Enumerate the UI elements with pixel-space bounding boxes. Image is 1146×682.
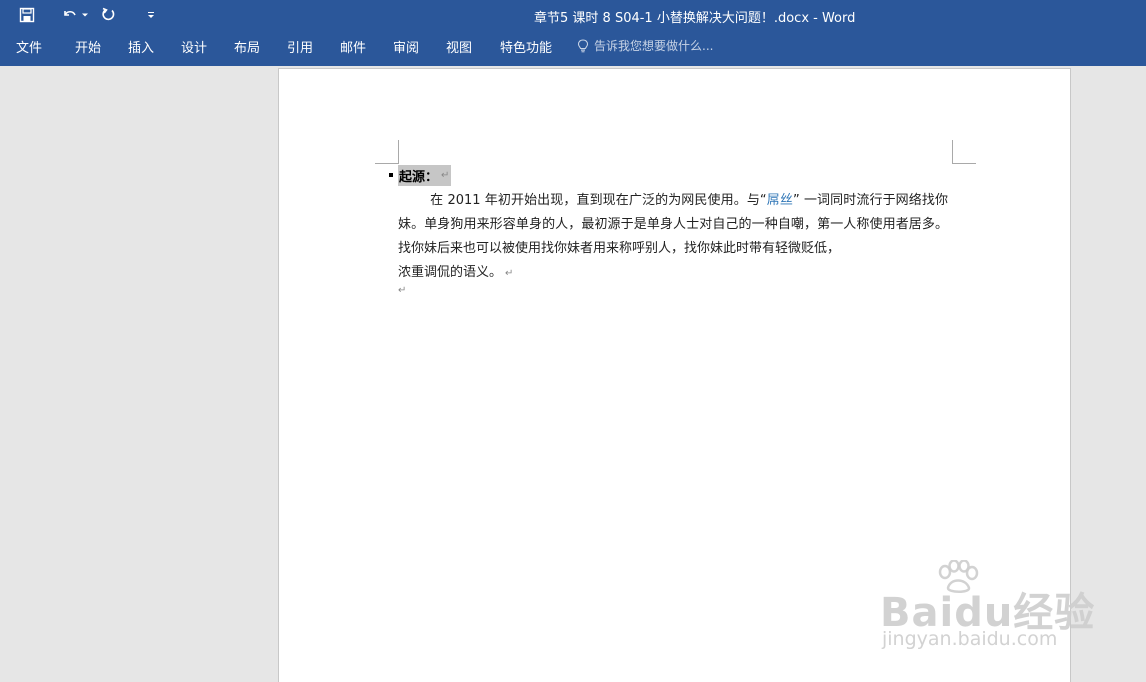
hyperlink-text[interactable]: 屌丝 — [767, 193, 793, 208]
undo-icon — [64, 10, 76, 16]
paragraph-last-line[interactable]: 浓重调侃的语义。 ↵ — [398, 261, 513, 286]
heading-paragraph[interactable]: 起源： ↵ — [389, 164, 452, 186]
paragraph-text-start: 在 2011 年初开始出现，直到现在广泛的为网民使用。与“ — [430, 193, 767, 208]
ribbon-tab-bar: 文件 开始 插入 设计 布局 引用 邮件 审阅 视图 特色功能 告诉我您想要做什… — [0, 30, 1146, 66]
redo-button[interactable] — [98, 4, 118, 26]
paragraph-mark: ↵ — [441, 169, 450, 181]
body-paragraph[interactable]: 在 2011 年初开始出现，直到现在广泛的为网民使用。与“屌丝” 一词同时流行于… — [398, 189, 948, 261]
tell-me-search[interactable]: 告诉我您想要做什么... — [577, 37, 713, 54]
window-title: 章节5 课时 8 S04-1 小替换解决大问题！.docx - Word — [534, 11, 856, 26]
crop-mark-top-left — [375, 140, 399, 164]
tab-design[interactable]: 设计 — [181, 37, 207, 56]
crop-mark-top-right — [952, 140, 976, 164]
watermark-url: jingyan.baidu.com — [882, 628, 1058, 650]
redo-icon — [102, 7, 115, 21]
undo-button[interactable] — [60, 4, 80, 26]
tab-view[interactable]: 视图 — [446, 37, 472, 56]
tab-layout[interactable]: 布局 — [234, 37, 260, 56]
paragraph-mark: ↵ — [505, 268, 514, 279]
paragraph-text-end: 浓重调侃的语义。 — [398, 265, 503, 280]
customize-qat-icon — [148, 12, 154, 18]
selected-heading[interactable]: 起源： ↵ — [398, 164, 452, 186]
customize-qat-button[interactable] — [144, 4, 158, 26]
bullet-marker — [389, 173, 393, 177]
undo-dropdown[interactable] — [80, 4, 90, 26]
tab-review[interactable]: 审阅 — [393, 37, 419, 56]
tab-file[interactable]: 文件 — [16, 37, 42, 56]
tab-special-features[interactable]: 特色功能 — [500, 37, 552, 56]
heading-text: 起源： — [399, 169, 439, 185]
tab-insert[interactable]: 插入 — [128, 37, 154, 56]
tell-me-placeholder: 告诉我您想要做什么... — [594, 39, 714, 53]
empty-paragraph-mark[interactable]: ↵ — [398, 285, 406, 296]
baidu-watermark: Baidu经验 jingyan.baidu.com — [878, 560, 1094, 660]
tab-home[interactable]: 开始 — [75, 37, 101, 56]
lightbulb-icon — [577, 38, 589, 52]
chevron-down-icon — [82, 13, 88, 17]
tab-mailings[interactable]: 邮件 — [340, 37, 366, 56]
save-icon — [19, 7, 35, 23]
tab-references[interactable]: 引用 — [287, 37, 313, 56]
quick-access-toolbar — [14, 4, 158, 26]
title-bar: 章节5 课时 8 S04-1 小替换解决大问题！.docx - Word — [0, 0, 1146, 30]
save-button[interactable] — [14, 4, 40, 26]
